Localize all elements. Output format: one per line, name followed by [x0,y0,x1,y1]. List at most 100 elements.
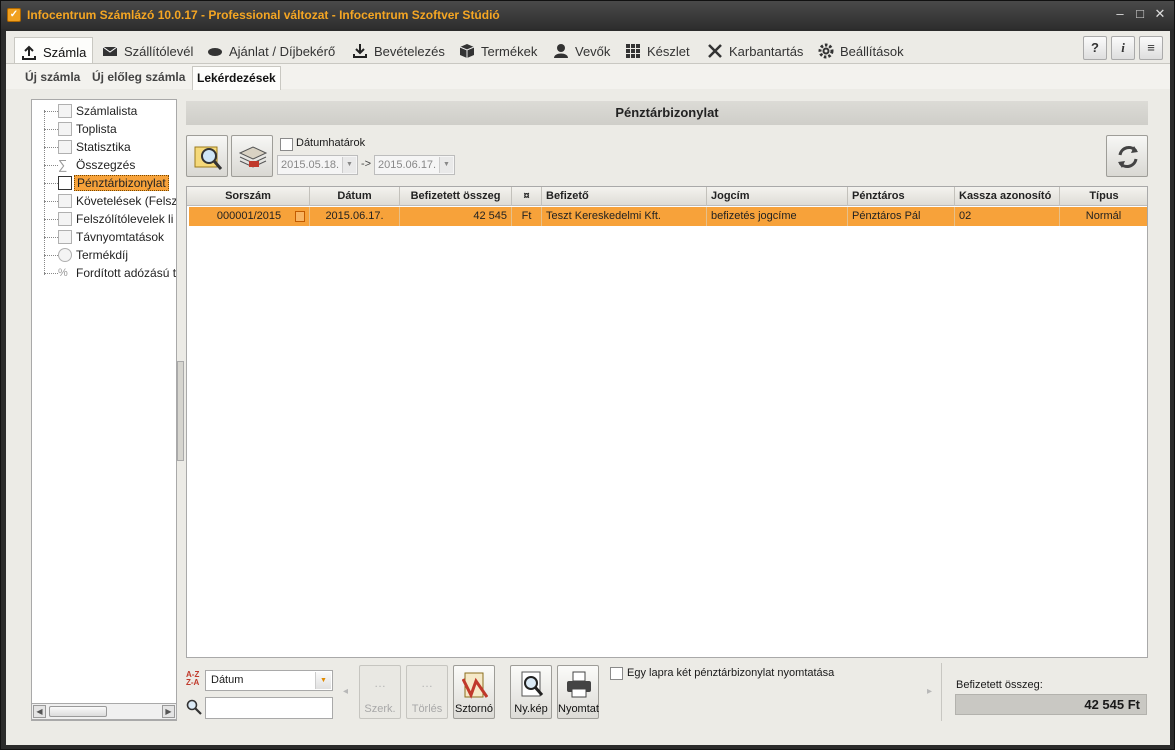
menu-vevok[interactable]: Vevők [553,38,610,64]
receipt-icon [58,176,72,190]
title-bar: ✓ Infocentrum Számlázó 10.0.17 - Profess… [1,1,1174,29]
preview-button[interactable]: Ny.kép [510,665,552,719]
menu-ajanlat[interactable]: Ajánlat / Díjbekérő [207,38,335,64]
minimize-icon[interactable]: – [1111,6,1129,22]
tab-uj-szamla[interactable]: Új számla [21,66,84,90]
table-row[interactable]: 000001/2015 2015.06.17. 42 545 Ft Teszt … [189,207,1147,226]
menu-bevetelezes[interactable]: Bevételezés [352,38,445,64]
tab-uj-eloleg-szamla[interactable]: Új előleg számla [88,66,189,90]
menu-label: Számla [43,45,87,60]
date-to-field[interactable]: 2015.06.17. ▼ [374,155,455,175]
column-header[interactable]: ¤ [512,187,542,206]
tree-horizontal-scrollbar[interactable]: ◀ ▶ [31,703,177,720]
date-limits-checkbox[interactable] [280,138,293,151]
tree-connector [44,219,58,220]
total-label: Befizetett összeg: [956,679,1043,691]
tree-item-toplista[interactable]: Toplista [32,120,176,138]
sort-field-select[interactable]: Dátum ▼ [205,670,333,691]
cell-sorszam: 000001/2015 [189,207,310,226]
search-documents-button[interactable] [186,135,228,177]
close-icon[interactable]: ✕ [1151,6,1169,22]
tree-item-kovetelesek[interactable]: Követelések (Felsz [32,192,176,210]
tree-connector [44,111,58,112]
tree-item-forditott-adozasu[interactable]: % Fordított adózású t [32,264,176,282]
date-from-field[interactable]: 2015.05.18. ▼ [277,155,358,175]
tree-connector [44,255,58,256]
chevron-down-icon[interactable]: ▼ [342,157,356,173]
refresh-icon [1118,146,1138,168]
cell-jogcim: befizetés jogcíme [707,207,848,226]
tree-label: Toplista [76,122,117,136]
tree-label: Összegzés [76,158,136,172]
sort-az-icon: A-Z Z-A [186,671,204,689]
panel-splitter[interactable] [177,361,184,461]
storno-button[interactable]: Sztornó [453,665,495,719]
list-icon [58,104,72,118]
receipts-table: Sorszám Dátum Befizetett összeg ¤ Befize… [186,186,1148,658]
scroll-thumb[interactable] [49,706,107,717]
maximize-icon[interactable]: □ [1131,6,1149,22]
two-per-page-checkbox[interactable] [610,667,623,680]
sigma-icon: ∑ [58,157,68,172]
column-header[interactable]: Kassza azonosító [955,187,1060,206]
client-area: Számla Szállítólevél Ajánlat / Díjbekérő… [6,31,1170,745]
tree-item-tavnyomtatasok[interactable]: Távnyomtatások [32,228,176,246]
tab-lekerdezesek[interactable]: Lekérdezések [192,66,281,90]
archive-button[interactable] [231,135,273,177]
cell-befizeto: Teszt Kereskedelmi Kft. [542,207,707,226]
chevron-down-icon[interactable]: ▼ [439,157,453,173]
print-button[interactable]: Nyomtat [557,665,599,719]
scroll-left-icon[interactable]: ◀ [33,705,46,718]
tree-label: Pénztárbizonylat [74,175,169,191]
menu-karbantartas[interactable]: Karbantartás [707,38,803,64]
delete-button[interactable]: … Törlés [406,665,448,719]
sort-label: A-Z Z-A [186,670,200,687]
envelope-icon [102,46,118,56]
sub-tabs: Új számla Új előleg számla Lekérdezések [6,63,1170,90]
scroll-right-icon[interactable]: ▶ [162,705,175,718]
section-title: Pénztárbizonylat [186,101,1148,125]
column-header[interactable]: Sorszám [187,187,310,206]
search-icon [186,699,202,715]
search-input[interactable] [205,697,333,719]
stack-icon [238,146,268,168]
date-range-arrow: -> [361,158,372,170]
tree-item-statisztika[interactable]: Statisztika [32,138,176,156]
menu-termekek[interactable]: Termékek [459,38,537,64]
user-icon [554,44,568,58]
tree-item-felszolitolevelek[interactable]: Felszólítólevelek li [32,210,176,228]
column-header[interactable]: Pénztáros [848,187,955,206]
toolbar-scroll-right-icon[interactable]: ▸ [927,686,932,697]
menu-szallitolevel[interactable]: Szállítólevél [102,38,193,64]
column-header[interactable]: Befizetett összeg [400,187,512,206]
menu-beallitasok[interactable]: Beállítások [818,38,904,64]
tree-item-osszegzes[interactable]: ∑ Összegzés [32,156,176,174]
download-icon [353,44,367,58]
toolbar-scroll-left-icon[interactable]: ◂ [343,686,348,697]
tree-item-szamlalista[interactable]: Számlalista [32,102,176,120]
tree-connector [44,273,58,274]
menu-label: Termékek [481,43,538,59]
document-icon [295,211,305,222]
edit-button-label: Szerk. [364,703,396,715]
menu-label: Karbantartás [729,43,804,59]
tree-item-termekdij[interactable]: Termékdíj [32,246,176,264]
table-header: Sorszám Dátum Befizetett összeg ¤ Befize… [187,187,1147,206]
grid-icon [626,44,640,58]
hand-icon [208,48,222,56]
list-menu-button[interactable]: ≡ [1139,36,1163,60]
menu-keszlet[interactable]: Készlet [625,38,690,64]
tree-item-penztarbizonylat[interactable]: Pénztárbizonylat [32,174,176,192]
column-header[interactable]: Jogcím [707,187,848,206]
column-header[interactable]: Befizető [542,187,707,206]
chevron-down-icon[interactable]: ▼ [315,672,331,689]
chart-icon [58,122,72,136]
help-button[interactable]: ? [1083,36,1107,60]
edit-button[interactable]: … Szerk. [359,665,401,719]
storno-button-label: Sztornó [455,703,493,715]
column-header[interactable]: Dátum [310,187,400,206]
column-header[interactable]: Típus [1060,187,1147,206]
info-button[interactable]: i [1111,36,1135,60]
percent-icon: % [58,267,68,279]
refresh-button[interactable] [1106,135,1148,177]
